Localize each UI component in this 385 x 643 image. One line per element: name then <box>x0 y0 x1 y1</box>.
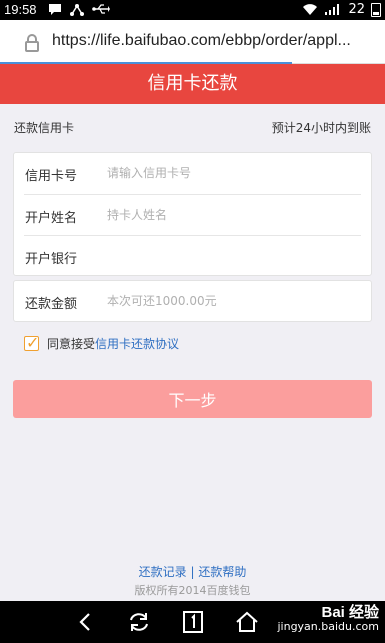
message-icon <box>49 4 61 15</box>
card-number-input[interactable] <box>107 161 357 185</box>
baidu-jingyan-watermark: Bai 经验 jingyan.baidu.com <box>277 604 379 634</box>
system-icons: 22 <box>302 2 381 17</box>
status-time: 19:58 <box>4 2 37 17</box>
amount-form: 还款金额 <box>13 280 372 322</box>
status-bar: 19:58 22 <box>0 0 385 20</box>
bank-row[interactable]: 开户银行 <box>14 236 371 277</box>
page-title: 信用卡还款 <box>0 64 385 104</box>
wifi-icon <box>303 4 318 15</box>
bank-input[interactable] <box>107 244 357 268</box>
lock-icon <box>25 34 39 52</box>
footer-links: 还款记录 | 还款帮助 <box>0 563 385 580</box>
notification-icons <box>48 3 110 16</box>
footer-separator: | <box>190 565 195 579</box>
amount-input[interactable] <box>107 289 357 313</box>
agreement-row: 同意接受 信用卡还款协议 <box>24 333 179 353</box>
next-step-button[interactable]: 下一步 <box>13 380 372 418</box>
amount-label: 还款金额 <box>25 297 78 312</box>
bank-label: 开户银行 <box>25 252 78 267</box>
back-icon[interactable] <box>74 611 98 633</box>
amount-row[interactable]: 还款金额 <box>14 281 371 322</box>
agreement-prefix: 同意接受 <box>47 336 96 351</box>
tabs-icon[interactable] <box>181 611 205 633</box>
card-info-form: 信用卡号 开户姓名 开户银行 <box>13 152 372 276</box>
agreement-link[interactable]: 信用卡还款协议 <box>95 335 179 352</box>
battery-level: 22 <box>348 2 365 17</box>
holder-name-row[interactable]: 开户姓名 <box>14 195 371 236</box>
card-number-row[interactable]: 信用卡号 <box>14 153 371 194</box>
copyright-text: 版权所有2014百度钱包 <box>134 584 251 597</box>
holder-name-input[interactable] <box>107 203 357 227</box>
card-number-label: 信用卡号 <box>25 169 78 184</box>
arrival-notice: 预计24小时内到账 <box>271 121 371 135</box>
browser-url-bar[interactable]: https://life.baifubao.com/ebbp/order/app… <box>0 20 385 64</box>
signal-icon <box>325 4 340 15</box>
watermark-brand: Bai 经验 <box>321 604 379 621</box>
repayment-help-link[interactable]: 还款帮助 <box>198 565 246 579</box>
home-icon[interactable] <box>235 611 259 633</box>
share-icon <box>70 4 84 16</box>
section-label: 还款信用卡 <box>14 121 75 135</box>
watermark-site: jingyan.baidu.com <box>277 620 379 633</box>
url-text[interactable]: https://life.baifubao.com/ebbp/order/app… <box>52 32 380 50</box>
refresh-icon[interactable] <box>127 611 151 633</box>
usb-icon <box>92 4 110 14</box>
battery-icon <box>371 2 381 17</box>
holder-name-label: 开户姓名 <box>25 211 78 226</box>
agreement-checkbox[interactable] <box>24 333 39 352</box>
repayment-records-link[interactable]: 还款记录 <box>139 565 187 579</box>
android-nav-bar: Bai 经验 jingyan.baidu.com <box>0 601 385 643</box>
card-info-row: 还款信用卡 预计24小时内到账 <box>0 104 385 148</box>
